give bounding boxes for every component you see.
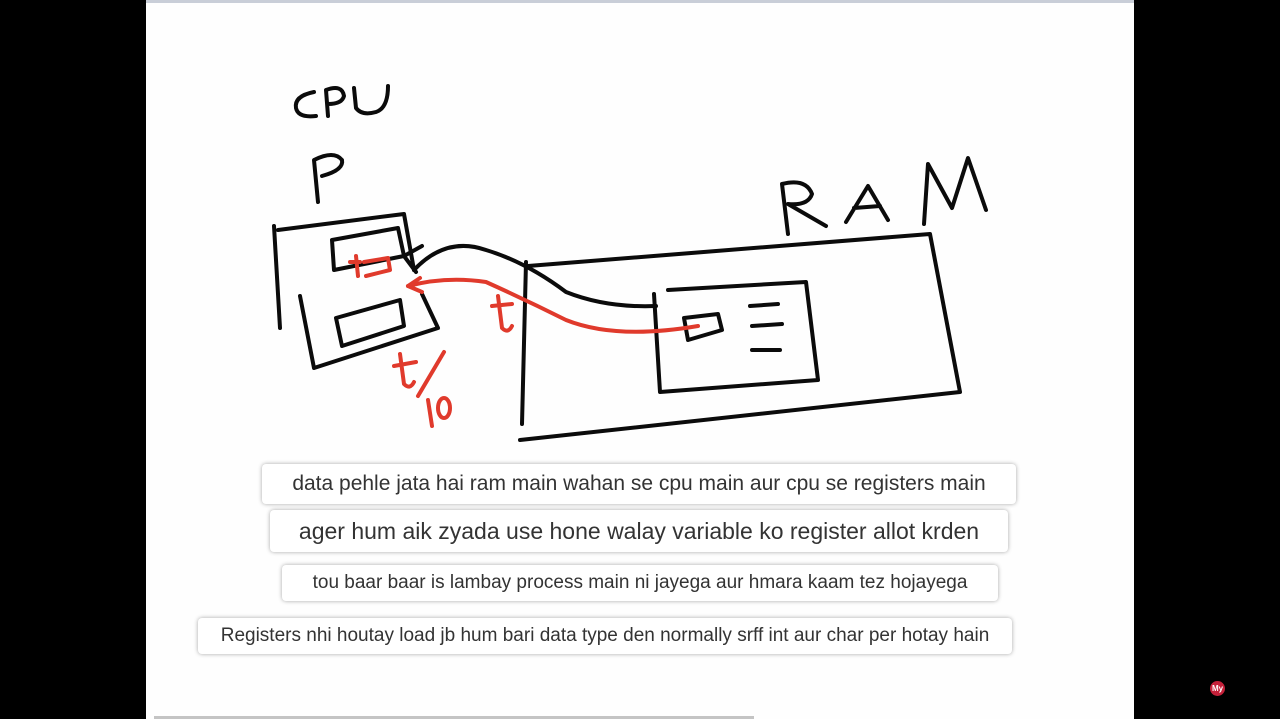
register-mark	[348, 254, 392, 278]
caption-line-2: ager hum aik zyada use hone walay variab…	[270, 510, 1008, 552]
caption-line-4: Registers nhi houtay load jb hum bari da…	[198, 618, 1012, 654]
watermark-logo-icon: My	[1210, 681, 1225, 696]
divide-slash	[416, 350, 446, 398]
ram-data-block	[652, 280, 820, 394]
whiteboard-drawing	[272, 84, 988, 442]
ram-box	[518, 232, 962, 442]
divisor-zero	[436, 396, 452, 420]
p-label-stroke	[312, 153, 345, 204]
whiteboard-frame: data pehle jata hai ram main wahan se cp…	[146, 0, 1134, 719]
cpu-label-stroke	[293, 84, 390, 119]
memory-bus	[412, 243, 658, 309]
divisor-one	[426, 398, 434, 428]
ram-data-lines	[748, 302, 784, 352]
caption-line-1: data pehle jata hai ram main wahan se cp…	[262, 464, 1016, 504]
register-bottom	[334, 298, 406, 348]
caption-line-3: tou baar baar is lambay process main ni …	[282, 565, 998, 601]
register-top	[330, 226, 406, 272]
t-cpu-stroke	[392, 352, 418, 389]
t-wire-stroke	[490, 294, 514, 333]
ram-label-stroke	[780, 156, 988, 236]
